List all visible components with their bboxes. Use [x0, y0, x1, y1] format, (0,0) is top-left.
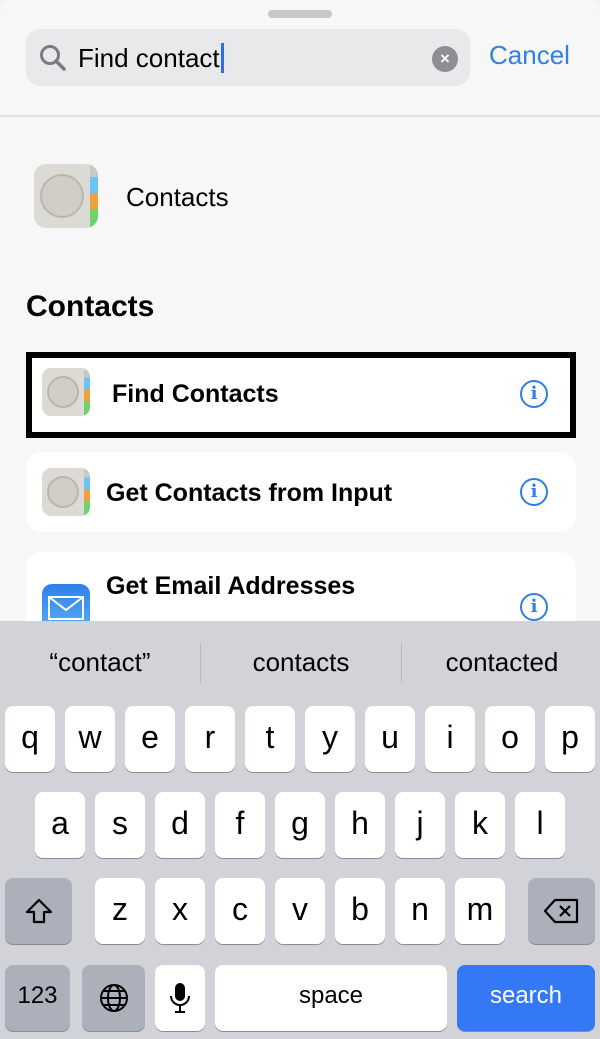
divider [0, 115, 600, 117]
contacts-icon [42, 468, 90, 516]
key-z[interactable]: z [95, 878, 145, 944]
delete-key[interactable] [528, 878, 595, 944]
shift-icon [25, 898, 52, 924]
contacts-icon [42, 368, 90, 416]
key-l[interactable]: l [515, 792, 565, 858]
key-f[interactable]: f [215, 792, 265, 858]
sheet-grabber[interactable] [268, 10, 332, 18]
text-caret [220, 43, 224, 73]
key-h[interactable]: h [335, 792, 385, 858]
backspace-icon [543, 898, 578, 924]
app-result-label: Contacts [126, 182, 229, 212]
key-w[interactable]: w [65, 706, 115, 772]
cancel-button[interactable]: Cancel [489, 40, 570, 71]
key-d[interactable]: d [155, 792, 205, 858]
info-icon[interactable]: i [520, 478, 548, 506]
key-s[interactable]: s [95, 792, 145, 858]
key-q[interactable]: q [5, 706, 55, 772]
globe-icon [99, 984, 128, 1012]
key-x[interactable]: x [155, 878, 205, 944]
action-search-sheet: Find contact × Cancel Contacts Contacts … [0, 0, 600, 652]
key-b[interactable]: b [335, 878, 385, 944]
action-find-contacts[interactable]: Find Contacts i [26, 352, 576, 438]
search-key[interactable]: search [457, 965, 595, 1031]
dictation-key[interactable] [155, 965, 205, 1031]
key-i[interactable]: i [425, 706, 475, 772]
key-e[interactable]: e [125, 706, 175, 772]
key-m[interactable]: m [455, 878, 505, 944]
key-r[interactable]: r [185, 706, 235, 772]
info-icon[interactable]: i [520, 593, 548, 621]
contacts-app-icon [34, 164, 98, 228]
key-c[interactable]: c [215, 878, 265, 944]
key-u[interactable]: u [365, 706, 415, 772]
key-t[interactable]: t [245, 706, 295, 772]
action-label: Find Contacts [112, 380, 279, 408]
shift-key[interactable] [5, 878, 72, 944]
key-o[interactable]: o [485, 706, 535, 772]
key-v[interactable]: v [275, 878, 325, 944]
section-title: Contacts [26, 290, 155, 323]
action-get-contacts-from-input[interactable]: Get Contacts from Input i [26, 452, 576, 532]
search-icon [40, 45, 66, 71]
suggestion-1[interactable]: “contact” [0, 647, 200, 678]
suggestion-3[interactable]: contacted [402, 647, 600, 678]
clear-search-icon[interactable]: × [432, 46, 458, 72]
key-k[interactable]: k [455, 792, 505, 858]
key-g[interactable]: g [275, 792, 325, 858]
key-a[interactable]: a [35, 792, 85, 858]
numbers-key[interactable]: 123 [5, 965, 70, 1031]
key-j[interactable]: j [395, 792, 445, 858]
search-field[interactable]: Find contact × [26, 29, 470, 86]
info-icon[interactable]: i [520, 380, 548, 408]
suggestion-2[interactable]: contacts [201, 647, 401, 678]
action-label: Get Email Addresses [106, 572, 356, 600]
keyboard: “contact” contacts contacted qwertyuiop a… [0, 621, 600, 1039]
key-p[interactable]: p [545, 706, 595, 772]
action-label: Get Contacts from Input [106, 479, 393, 507]
key-n[interactable]: n [395, 878, 445, 944]
microphone-icon [170, 983, 190, 1013]
space-key[interactable]: space [215, 965, 447, 1031]
search-input[interactable]: Find contact [78, 43, 224, 74]
key-y[interactable]: y [305, 706, 355, 772]
globe-key[interactable] [82, 965, 145, 1031]
